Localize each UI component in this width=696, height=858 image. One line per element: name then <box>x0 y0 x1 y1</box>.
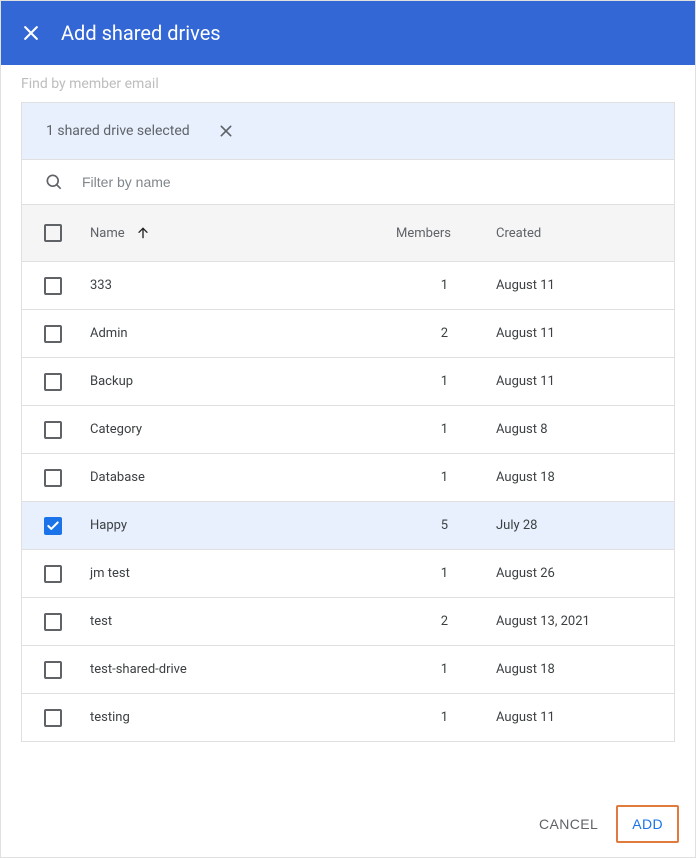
dialog-title: Add shared drives <box>61 21 221 45</box>
row-created: August 18 <box>496 662 652 677</box>
filter-input[interactable] <box>82 174 652 190</box>
row-created: August 11 <box>496 710 652 725</box>
filter-row <box>22 159 674 205</box>
drives-panel: 1 shared drive selected Name Members Cr <box>21 102 675 742</box>
row-name: Admin <box>90 326 396 341</box>
email-search-label[interactable]: Find by member email <box>1 65 695 102</box>
row-checkbox[interactable] <box>44 421 62 439</box>
row-created: August 18 <box>496 470 652 485</box>
checkmark-icon <box>46 519 60 533</box>
row-members: 1 <box>396 374 496 389</box>
table-row[interactable]: Admin2August 11 <box>22 309 674 357</box>
dialog-header: Add shared drives <box>1 1 695 65</box>
row-members: 1 <box>396 470 496 485</box>
row-checkbox[interactable] <box>44 565 62 583</box>
column-header-name[interactable]: Name <box>90 225 396 241</box>
selection-count-text: 1 shared drive selected <box>46 123 190 139</box>
table-row[interactable]: Happy5July 28 <box>22 501 674 549</box>
row-members: 2 <box>396 614 496 629</box>
column-header-members[interactable]: Members <box>396 226 496 241</box>
select-all-checkbox[interactable] <box>44 224 62 242</box>
table-body: 3331August 11Admin2August 11Backup1Augus… <box>22 261 674 741</box>
row-checkbox[interactable] <box>44 661 62 679</box>
table-row[interactable]: Category1August 8 <box>22 405 674 453</box>
row-checkbox[interactable] <box>44 517 62 535</box>
search-icon <box>44 172 64 192</box>
add-button[interactable]: ADD <box>616 805 679 843</box>
table-row[interactable]: Database1August 18 <box>22 453 674 501</box>
row-created: August 8 <box>496 422 652 437</box>
row-members: 1 <box>396 662 496 677</box>
row-members: 1 <box>396 422 496 437</box>
row-created: August 11 <box>496 278 652 293</box>
row-members: 1 <box>396 710 496 725</box>
row-name: test-shared-drive <box>90 662 396 677</box>
table-row[interactable]: Backup1August 11 <box>22 357 674 405</box>
row-created: August 11 <box>496 374 652 389</box>
table-row[interactable]: test-shared-drive1August 18 <box>22 645 674 693</box>
row-created: July 28 <box>496 518 652 533</box>
close-button[interactable] <box>19 21 43 45</box>
row-created: August 11 <box>496 326 652 341</box>
row-checkbox[interactable] <box>44 325 62 343</box>
table-row[interactable]: 3331August 11 <box>22 261 674 309</box>
row-name: Database <box>90 470 396 485</box>
row-checkbox[interactable] <box>44 373 62 391</box>
arrow-up-icon <box>135 225 151 241</box>
selection-bar: 1 shared drive selected <box>22 103 674 159</box>
column-header-name-label: Name <box>90 226 125 241</box>
row-name: jm test <box>90 566 396 581</box>
clear-selection-button[interactable] <box>216 121 236 141</box>
row-checkbox[interactable] <box>44 277 62 295</box>
row-name: Backup <box>90 374 396 389</box>
row-checkbox[interactable] <box>44 469 62 487</box>
table-row[interactable]: testing1August 11 <box>22 693 674 741</box>
table-row[interactable]: jm test1August 26 <box>22 549 674 597</box>
row-members: 2 <box>396 326 496 341</box>
close-icon <box>218 123 234 139</box>
row-created: August 26 <box>496 566 652 581</box>
row-members: 5 <box>396 518 496 533</box>
row-name: testing <box>90 710 396 725</box>
table-row[interactable]: test2August 13, 2021 <box>22 597 674 645</box>
dialog-footer: CANCEL ADD <box>1 791 695 857</box>
table-header: Name Members Created <box>22 205 674 261</box>
row-created: August 13, 2021 <box>496 614 652 629</box>
column-header-created[interactable]: Created <box>496 226 652 241</box>
row-name: Category <box>90 422 396 437</box>
dialog-content: 1 shared drive selected Name Members Cr <box>1 102 695 791</box>
cancel-button[interactable]: CANCEL <box>525 807 612 841</box>
row-name: 333 <box>90 278 396 293</box>
close-icon <box>21 23 41 43</box>
row-checkbox[interactable] <box>44 613 62 631</box>
row-name: Happy <box>90 518 396 533</box>
add-shared-drives-dialog: Add shared drives Find by member email 1… <box>0 0 696 858</box>
row-members: 1 <box>396 566 496 581</box>
row-checkbox[interactable] <box>44 709 62 727</box>
row-members: 1 <box>396 278 496 293</box>
row-name: test <box>90 614 396 629</box>
